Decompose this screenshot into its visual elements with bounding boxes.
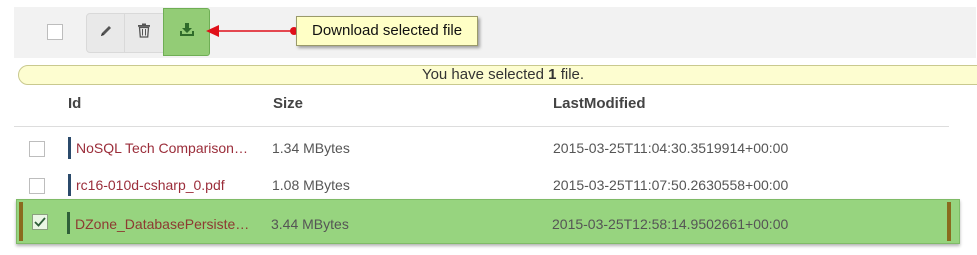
select-all-checkbox[interactable]: [47, 24, 63, 40]
file-name-link[interactable]: rc16-010d-csharp_0.pdf: [76, 166, 256, 202]
row-marker: [67, 212, 70, 234]
file-size: 3.44 MBytes: [271, 216, 349, 232]
table-row[interactable]: NoSQL Tech Comparison… 1.34 MBytes 2015-…: [18, 129, 953, 165]
column-header-lastmodified[interactable]: LastModified: [553, 95, 646, 112]
trash-icon: [137, 23, 151, 43]
row-checkbox[interactable]: [29, 141, 45, 157]
download-icon: [179, 22, 195, 42]
row-checkbox[interactable]: [29, 178, 45, 194]
selection-count: 1: [548, 66, 557, 83]
column-header-id[interactable]: Id: [68, 95, 81, 112]
selection-status-prefix: You have selected: [421, 66, 544, 83]
delete-button[interactable]: [124, 13, 164, 53]
selection-status-bar: You have selected 1 file.: [18, 65, 977, 85]
download-button[interactable]: [163, 8, 210, 56]
file-size: 1.34 MBytes: [272, 140, 350, 156]
selection-accent-right: [947, 202, 951, 241]
file-name-link[interactable]: NoSQL Tech Comparison…: [76, 129, 256, 165]
selection-status-suffix: file.: [560, 66, 585, 83]
pencil-icon: [99, 24, 113, 43]
edit-button[interactable]: [86, 13, 125, 53]
file-name-link[interactable]: DZone_DatabasePersiste…: [75, 200, 255, 245]
file-last-modified: 2015-03-25T11:07:50.2630558+00:00: [553, 177, 789, 193]
row-marker: [68, 137, 71, 159]
file-size: 1.08 MBytes: [272, 177, 350, 193]
file-last-modified: 2015-03-25T11:04:30.3519914+00:00: [553, 140, 789, 156]
file-last-modified: 2015-03-25T12:58:14.9502661+00:00: [552, 216, 789, 232]
download-tooltip: Download selected file: [296, 16, 478, 46]
table-row[interactable]: rc16-010d-csharp_0.pdf 1.08 MBytes 2015-…: [18, 166, 953, 202]
row-marker: [68, 174, 71, 196]
callout-arrow: [206, 25, 298, 37]
checkmark-icon: [34, 217, 46, 227]
header-divider: [14, 126, 949, 127]
selection-accent-left: [19, 202, 23, 241]
column-header-size[interactable]: Size: [273, 95, 303, 112]
row-checkbox-checked[interactable]: [32, 214, 48, 230]
table-row-selected[interactable]: DZone_DatabasePersiste… 3.44 MBytes 2015…: [16, 199, 960, 244]
